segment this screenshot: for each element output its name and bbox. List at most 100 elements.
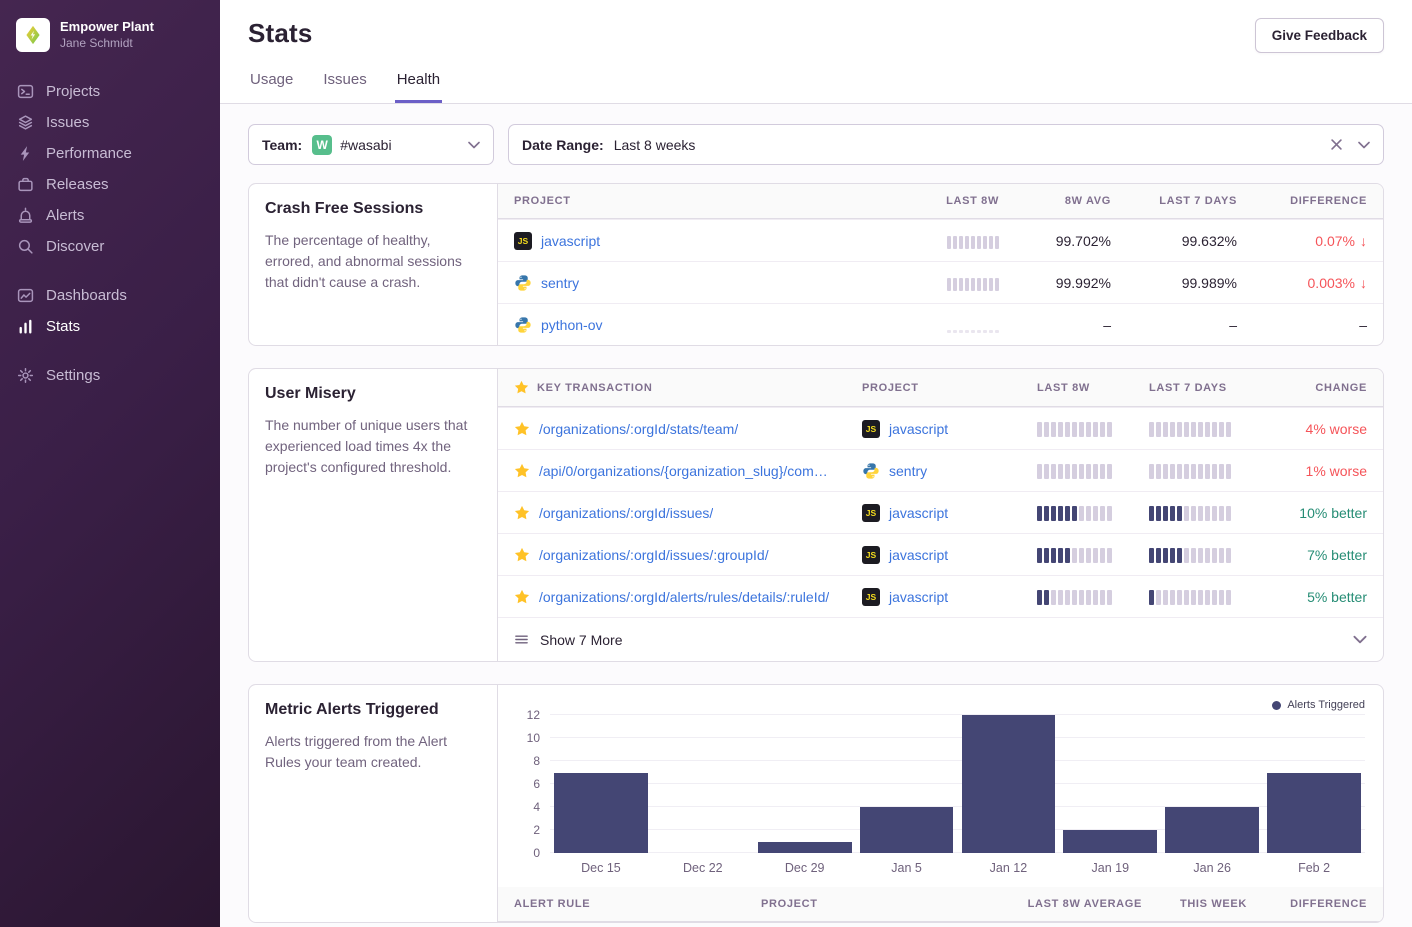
sidebar-item-projects[interactable]: Projects [16, 76, 204, 107]
metric-alerts-panel: Metric Alerts Triggered Alerts triggered… [248, 684, 1384, 923]
change-value: 10% better [1265, 497, 1383, 529]
last-7-days-value: – [1127, 309, 1253, 341]
sparkline [1149, 589, 1231, 605]
table-row: /organizations/:orgId/alerts/rules/detai… [498, 575, 1383, 617]
team-selector[interactable]: Team: W #wasabi [248, 124, 494, 165]
app-root: Empower Plant Jane Schmidt Projects Issu… [0, 0, 1412, 927]
page-title: Stats [248, 18, 313, 49]
crash-free-table: PROJECT LAST 8W 8W AVG LAST 7 DAYS DIFFE… [498, 184, 1383, 345]
date-range-value: Last 8 weeks [614, 137, 696, 153]
chart-y-labels: 024681012 [516, 715, 550, 853]
transaction-link[interactable]: /organizations/:orgId/alerts/rules/detai… [539, 589, 829, 605]
column-header: DIFFERENCE [1253, 184, 1383, 218]
project-link[interactable]: sentry [541, 275, 579, 291]
column-header: ALERT RULE [498, 887, 745, 921]
column-header: PROJECT [846, 371, 1021, 405]
show-more-label: Show 7 More [540, 632, 622, 648]
sparkline [947, 275, 999, 291]
project-link[interactable]: javascript [889, 589, 948, 605]
chevron-down-icon[interactable] [468, 141, 480, 149]
project-link[interactable]: javascript [889, 547, 948, 563]
tab-usage[interactable]: Usage [248, 71, 295, 103]
user-name: Jane Schmidt [60, 36, 154, 52]
sidebar-item-dashboards[interactable]: Dashboards [16, 280, 204, 311]
column-header: DIFFERENCE [1263, 887, 1383, 921]
sidebar-item-stats[interactable]: Stats [16, 311, 204, 342]
org-name: Empower Plant [60, 19, 154, 36]
sparkline [1149, 463, 1231, 479]
stats-icon [16, 318, 34, 336]
transaction-link[interactable]: /organizations/:orgId/issues/ [539, 505, 713, 521]
chart-x-axis: Dec 15Dec 22Dec 29Jan 5Jan 12Jan 19Jan 2… [516, 861, 1365, 887]
sidebar-item-performance[interactable]: Performance [16, 138, 204, 169]
sparkline [1037, 589, 1112, 605]
org-switcher[interactable]: Empower Plant Jane Schmidt [0, 14, 220, 52]
sidebar-item-label: Settings [46, 367, 100, 384]
panel-description: The percentage of healthy, errored, and … [265, 230, 481, 293]
arrow-down-icon: ↓ [1360, 233, 1367, 249]
sidebar-item-label: Alerts [46, 207, 84, 224]
star-icon[interactable] [514, 589, 530, 605]
panel-title: Crash Free Sessions [265, 200, 481, 218]
transaction-link[interactable]: /organizations/:orgId/issues/:groupId/ [539, 547, 769, 563]
sidebar-item-label: Performance [46, 145, 132, 162]
user-misery-panel: User Misery The number of unique users t… [248, 368, 1384, 662]
difference-value: 0.003%↓ [1253, 267, 1383, 299]
sidebar-secondary-nav: Dashboards Stats [0, 280, 220, 342]
python-platform-icon [514, 274, 532, 292]
projects-icon [16, 83, 34, 101]
panel-title: Metric Alerts Triggered [265, 701, 481, 719]
table-row: python-ov – – – [498, 303, 1383, 345]
sidebar-item-settings[interactable]: Settings [16, 360, 204, 391]
star-icon[interactable] [514, 421, 530, 437]
table-row: sentry 99.992% 99.989% 0.003%↓ [498, 261, 1383, 303]
project-link[interactable]: javascript [541, 233, 600, 249]
team-avatar: W [312, 135, 332, 155]
tab-issues[interactable]: Issues [321, 71, 368, 103]
transaction-link[interactable]: /organizations/:orgId/stats/team/ [539, 421, 738, 437]
dashboards-icon [16, 287, 34, 305]
sidebar-item-discover[interactable]: Discover [16, 231, 204, 262]
give-feedback-button[interactable]: Give Feedback [1255, 18, 1384, 53]
legend-dot-icon [1272, 701, 1281, 710]
project-link[interactable]: python-ov [541, 317, 602, 333]
empower-plant-logo [22, 24, 44, 46]
sparkline [1037, 463, 1112, 479]
table-row: /organizations/:orgId/issues/ JS javascr… [498, 491, 1383, 533]
sidebar-item-alerts[interactable]: Alerts [16, 200, 204, 231]
transaction-link[interactable]: /api/0/organizations/{organization_slug}… [539, 463, 830, 479]
sidebar-item-label: Releases [46, 176, 109, 193]
sidebar-item-issues[interactable]: Issues [16, 107, 204, 138]
star-icon[interactable] [514, 505, 530, 521]
sparkline [947, 317, 999, 333]
show-more-row[interactable]: Show 7 More [498, 617, 1383, 661]
chart-legend[interactable]: Alerts Triggered [516, 699, 1365, 711]
star-icon [514, 380, 529, 395]
star-icon[interactable] [514, 547, 530, 563]
sparkline [1149, 421, 1231, 437]
javascript-platform-icon: JS [862, 588, 880, 606]
project-link[interactable]: sentry [889, 463, 927, 479]
project-link[interactable]: javascript [889, 505, 948, 521]
user-misery-description-pane: User Misery The number of unique users t… [249, 369, 498, 661]
table-header: KEY TRANSACTION PROJECT LAST 8W LAST 7 D… [498, 369, 1383, 407]
sparkline [1037, 547, 1112, 563]
change-value: 5% better [1265, 581, 1383, 613]
date-range-selector[interactable]: Date Range: Last 8 weeks [508, 124, 1384, 165]
javascript-platform-icon: JS [862, 420, 880, 438]
crash-free-sessions-panel: Crash Free Sessions The percentage of he… [248, 183, 1384, 346]
chevron-down-icon[interactable] [1358, 141, 1370, 149]
star-icon[interactable] [514, 463, 530, 479]
tabs: Usage Issues Health [248, 71, 1384, 103]
sidebar-item-releases[interactable]: Releases [16, 169, 204, 200]
legend-label: Alerts Triggered [1287, 699, 1365, 711]
project-link[interactable]: javascript [889, 421, 948, 437]
table-row: /api/0/organizations/{organization_slug}… [498, 449, 1383, 491]
8w-avg-value: 99.702% [1015, 225, 1127, 257]
javascript-platform-icon: JS [862, 546, 880, 564]
clear-icon[interactable] [1331, 139, 1342, 150]
chevron-down-icon [1353, 635, 1367, 644]
arrow-down-icon: ↓ [1360, 275, 1367, 291]
tab-health[interactable]: Health [395, 71, 442, 103]
column-header: KEY TRANSACTION [498, 369, 846, 406]
